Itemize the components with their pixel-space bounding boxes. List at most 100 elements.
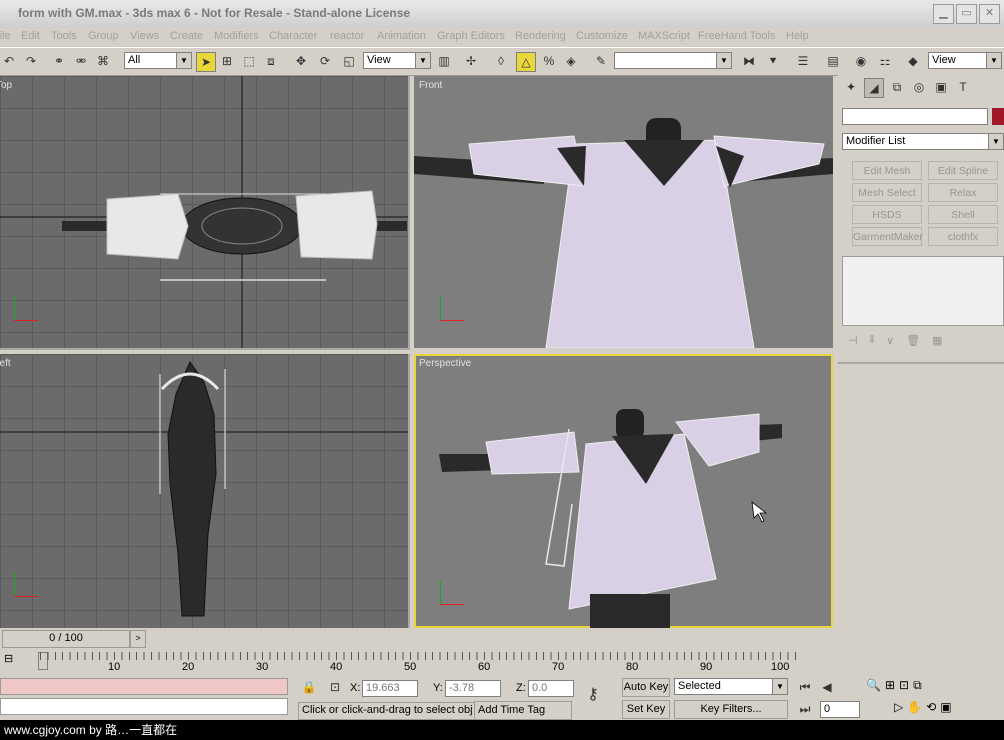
rect-selection-icon[interactable]: ⬚ bbox=[240, 52, 258, 70]
set-key-mode-icon[interactable]: ⚷ bbox=[584, 686, 602, 704]
y-coordinate-field[interactable]: -3.78 bbox=[445, 680, 501, 697]
modify-tab-icon[interactable]: ◢ bbox=[864, 78, 884, 98]
modifier-relax-button[interactable]: Relax bbox=[928, 183, 998, 202]
mirror-icon[interactable]: ⧓ bbox=[740, 52, 758, 70]
hierarchy-tab-icon[interactable]: ⧉ bbox=[888, 78, 906, 96]
x-coordinate-field[interactable]: 19.663 bbox=[362, 680, 418, 697]
modifier-clothfx-button[interactable]: clothfx bbox=[928, 227, 998, 246]
zoom-extents-icon[interactable]: ⊡ bbox=[899, 678, 909, 693]
maximize-button[interactable]: ▭ bbox=[956, 4, 977, 24]
modifier-garmentmaker-button[interactable]: GarmentMaker bbox=[852, 227, 923, 246]
percent-snap-icon[interactable]: % bbox=[540, 52, 558, 70]
previous-frame-icon[interactable]: ◀ bbox=[818, 678, 836, 696]
field-of-view-icon[interactable]: ▷ bbox=[894, 700, 903, 714]
pin-stack-icon[interactable]: ⊣ bbox=[848, 334, 858, 347]
motion-tab-icon[interactable]: ◎ bbox=[910, 78, 928, 96]
viewport-top[interactable]: Top bbox=[0, 76, 410, 350]
menu-help[interactable]: Help bbox=[786, 30, 809, 42]
current-frame-field[interactable]: 0 bbox=[820, 701, 860, 718]
curve-editor-mini-icon[interactable]: ⊟ bbox=[4, 652, 13, 665]
select-object-icon[interactable]: ➤ bbox=[196, 52, 216, 72]
material-editor-icon[interactable]: ◉ bbox=[852, 52, 870, 70]
bind-space-warp-icon[interactable]: ⌘ bbox=[94, 52, 112, 70]
viewport-left[interactable]: Left bbox=[0, 354, 410, 628]
menu-views[interactable]: Views bbox=[130, 30, 159, 42]
add-time-tag-button[interactable]: Add Time Tag bbox=[474, 701, 572, 720]
menu-graph-editors[interactable]: Graph Editors bbox=[437, 30, 505, 42]
make-unique-icon[interactable]: ∨ bbox=[886, 334, 894, 347]
menu-modifiers[interactable]: Modifiers bbox=[214, 30, 259, 42]
snap-toggle-icon[interactable]: ◊ bbox=[492, 52, 510, 70]
modifier-edit-spline-button[interactable]: Edit Spline bbox=[928, 161, 998, 180]
next-frame-arrow-icon[interactable]: > bbox=[130, 630, 146, 648]
render-view-dropdown[interactable]: View ▼ bbox=[928, 52, 1002, 69]
menu-freehand-tools[interactable]: FreeHand Tools bbox=[698, 30, 775, 42]
render-scene-icon[interactable]: ◆ bbox=[904, 52, 922, 70]
layer-manager-icon[interactable]: ☰ bbox=[794, 52, 812, 70]
show-end-result-icon[interactable]: ‖ bbox=[870, 334, 875, 347]
zoom-extents-all-icon[interactable]: ⧉ bbox=[913, 678, 922, 693]
modifier-edit-mesh-button[interactable]: Edit Mesh bbox=[852, 161, 922, 180]
remove-modifier-icon[interactable]: 🗑 bbox=[906, 334, 920, 347]
time-slider[interactable]: 0 / 100 bbox=[2, 630, 130, 648]
menu-reactor[interactable]: reactor bbox=[330, 30, 364, 42]
arc-rotate-icon[interactable]: ⟲ bbox=[926, 700, 936, 714]
object-color-swatch[interactable] bbox=[992, 108, 1004, 125]
configure-sets-icon[interactable]: ▦ bbox=[932, 334, 942, 347]
menu-character[interactable]: Character bbox=[269, 30, 317, 42]
curve-editor-icon[interactable]: ▤ bbox=[824, 52, 842, 70]
maximize-viewport-icon[interactable]: ▣ bbox=[940, 700, 951, 714]
menu-maxscript[interactable]: MAXScript bbox=[638, 30, 690, 42]
unlink-icon[interactable]: ⚮ bbox=[72, 52, 90, 70]
key-selection-dropdown[interactable]: Selected ▼ bbox=[674, 678, 788, 695]
align-icon[interactable]: ⯆ bbox=[764, 52, 782, 70]
menu-rendering[interactable]: Rendering bbox=[515, 30, 566, 42]
selection-filter-dropdown[interactable]: All ▼ bbox=[124, 52, 192, 69]
redo-icon[interactable]: ↷ bbox=[22, 52, 40, 70]
reference-coordinate-dropdown[interactable]: View ▼ bbox=[363, 52, 431, 69]
object-name-field[interactable] bbox=[842, 108, 988, 125]
auto-key-button[interactable]: Auto Key bbox=[622, 678, 670, 697]
spinner-snap-icon[interactable]: ◈ bbox=[562, 52, 580, 70]
set-key-button[interactable]: Set Key bbox=[622, 700, 670, 719]
rotate-icon[interactable]: ⟳ bbox=[316, 52, 334, 70]
absolute-mode-icon[interactable]: ⊡ bbox=[326, 678, 344, 696]
angle-snap-icon[interactable]: △ bbox=[516, 52, 536, 72]
display-tab-icon[interactable]: ▣ bbox=[932, 78, 950, 96]
manipulate-icon[interactable]: ✢ bbox=[462, 52, 480, 70]
move-icon[interactable]: ✥ bbox=[292, 52, 310, 70]
zoom-all-icon[interactable]: ⊞ bbox=[885, 678, 895, 693]
modifier-hsds-button[interactable]: HSDS bbox=[852, 205, 922, 224]
pivot-center-icon[interactable]: ▥ bbox=[435, 52, 453, 70]
modifier-stack-list[interactable] bbox=[842, 256, 1004, 326]
pan-icon[interactable]: ✋ bbox=[907, 700, 922, 714]
close-button[interactable]: ✕ bbox=[979, 4, 1000, 24]
create-tab-icon[interactable]: ✦ bbox=[842, 78, 860, 96]
key-mode-toggle-icon[interactable]: ⏭ bbox=[796, 700, 814, 718]
maxscript-output-field[interactable] bbox=[0, 698, 288, 715]
go-to-start-icon[interactable]: ⏮ bbox=[796, 678, 814, 696]
window-crossing-icon[interactable]: ⧈ bbox=[262, 52, 280, 70]
modifier-mesh-select-button[interactable]: Mesh Select bbox=[852, 183, 922, 202]
menu-customize[interactable]: Customize bbox=[576, 30, 628, 42]
z-coordinate-field[interactable]: 0.0 bbox=[528, 680, 574, 697]
key-filters-button[interactable]: Key Filters... bbox=[674, 700, 788, 719]
maxscript-listener-field[interactable] bbox=[0, 678, 288, 695]
menu-group[interactable]: Group bbox=[88, 30, 119, 42]
menu-create[interactable]: Create bbox=[170, 30, 203, 42]
minimize-button[interactable]: ▁ bbox=[933, 4, 954, 24]
menu-file[interactable]: File bbox=[0, 30, 11, 42]
modifier-shell-button[interactable]: Shell bbox=[928, 205, 998, 224]
select-by-name-icon[interactable]: ⊞ bbox=[218, 52, 236, 70]
viewport-perspective[interactable]: Perspective bbox=[414, 354, 833, 628]
viewport-front[interactable]: Front bbox=[414, 76, 833, 348]
edit-named-selection-icon[interactable]: ✎ bbox=[592, 52, 610, 70]
named-selection-dropdown[interactable]: ▼ bbox=[614, 52, 732, 69]
menu-tools[interactable]: Tools bbox=[51, 30, 77, 42]
menu-animation[interactable]: Animation bbox=[377, 30, 426, 42]
scale-icon[interactable]: ◱ bbox=[340, 52, 358, 70]
link-icon[interactable]: ⚭ bbox=[50, 52, 68, 70]
lock-selection-icon[interactable]: 🔒 bbox=[300, 678, 318, 696]
utilities-tab-icon[interactable]: T bbox=[954, 78, 972, 96]
track-bar[interactable]: ⊟ 10 20 30 40 50 60 70 80 90 100 bbox=[0, 648, 838, 676]
